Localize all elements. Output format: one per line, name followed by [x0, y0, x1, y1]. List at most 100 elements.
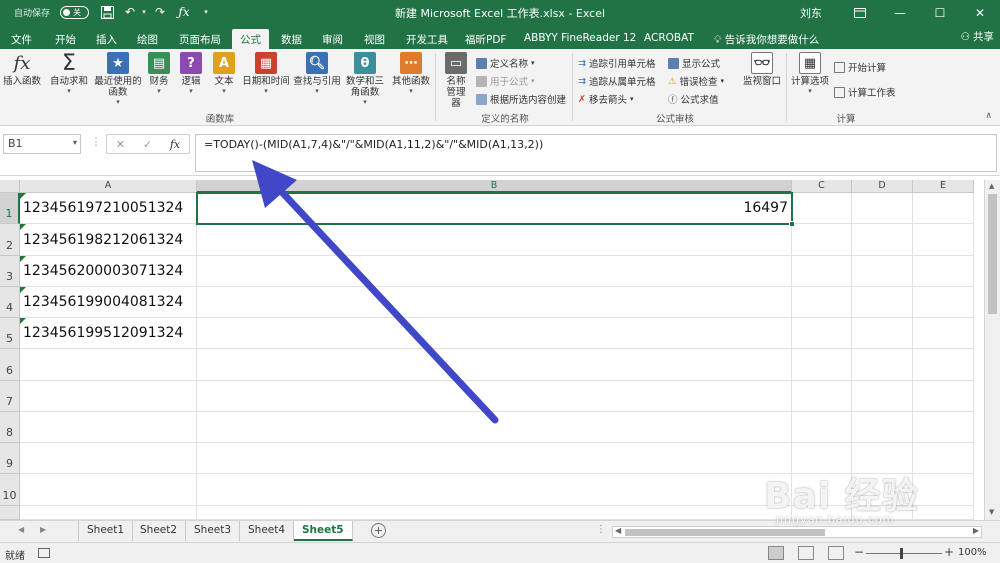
row-header-1[interactable]: 1: [0, 193, 20, 224]
grid-cell[interactable]: [792, 381, 852, 412]
row-header-8[interactable]: 8: [0, 412, 20, 443]
select-all-corner[interactable]: [0, 180, 20, 193]
tab-acrobat[interactable]: ACROBAT: [636, 29, 702, 49]
create-from-selection-button[interactable]: 根据所选内容创建: [476, 91, 566, 107]
grid-cell[interactable]: [792, 443, 852, 474]
cell-a4[interactable]: 123456199004081324: [20, 287, 197, 318]
grid-cell[interactable]: [20, 474, 197, 506]
grid-cell[interactable]: [792, 349, 852, 381]
show-formulas-button[interactable]: 显示公式: [668, 55, 720, 71]
tab-abbyy[interactable]: ABBYY FineReader 12: [516, 29, 644, 49]
undo-dropdown-icon[interactable]: ▾: [136, 4, 152, 20]
row-header-9[interactable]: 9: [0, 443, 20, 474]
cell-a2[interactable]: 123456198212061324: [20, 224, 197, 256]
name-manager-button[interactable]: ▭ 名称管理器: [438, 52, 474, 109]
tab-formulas[interactable]: 公式: [232, 29, 269, 49]
zoom-level[interactable]: 100%: [958, 547, 987, 558]
maximize-button[interactable]: ☐: [920, 0, 960, 25]
grid-cell[interactable]: [852, 506, 913, 520]
error-checking-button[interactable]: ⚠ 错误检查 ▾: [668, 73, 724, 89]
use-in-formula-button[interactable]: 用于公式 ▾: [476, 73, 535, 89]
row-header-4[interactable]: 4: [0, 287, 20, 318]
row-header-2[interactable]: 2: [0, 224, 20, 256]
row-header-7[interactable]: 7: [0, 381, 20, 412]
page-layout-view-icon[interactable]: [798, 546, 814, 560]
horizontal-scrollbar[interactable]: ◀ ▶: [612, 526, 982, 538]
column-header-b[interactable]: B: [197, 180, 792, 193]
evaluate-formula-button[interactable]: ⓕ 公式求值: [668, 91, 719, 107]
date-time-button[interactable]: ▦ 日期和时间 ▾: [240, 52, 292, 95]
grid-cell[interactable]: [852, 287, 913, 318]
zoom-slider[interactable]: [866, 548, 942, 559]
name-box-dropdown-icon[interactable]: ▾: [73, 138, 77, 147]
insert-function-button[interactable]: fx 插入函数: [2, 52, 42, 87]
calc-sheet-button[interactable]: 计算工作表: [834, 84, 896, 100]
sheet-next-icon[interactable]: ▶: [40, 525, 46, 534]
grid-cell[interactable]: [197, 443, 792, 474]
normal-view-icon[interactable]: [768, 546, 784, 560]
tab-foxit-pdf[interactable]: 福昕PDF: [457, 29, 514, 49]
grid-cell[interactable]: [852, 474, 913, 506]
recent-functions-button[interactable]: ★ 最近使用的函数 ▾: [92, 52, 144, 106]
grid-cell[interactable]: [913, 224, 974, 256]
tell-me-search[interactable]: 💡︎ 告诉我你想要做什么: [706, 29, 827, 49]
grid-cell[interactable]: [913, 349, 974, 381]
formula-bar-splitter-icon[interactable]: ⋮: [91, 137, 101, 148]
minimize-button[interactable]: —: [880, 0, 920, 25]
grid-cell[interactable]: [20, 349, 197, 381]
vertical-scroll-thumb[interactable]: [988, 194, 997, 314]
watch-window-button[interactable]: 👓︎ 监视窗口: [742, 52, 782, 87]
grid-cell[interactable]: [20, 506, 197, 520]
user-name[interactable]: 刘东: [800, 5, 822, 21]
grid-cell[interactable]: [792, 474, 852, 506]
vertical-scrollbar[interactable]: ▲ ▼: [984, 180, 1000, 520]
grid-cell[interactable]: [913, 381, 974, 412]
grid-cell[interactable]: [20, 412, 197, 443]
grid-cell[interactable]: [913, 412, 974, 443]
grid-cell[interactable]: [852, 412, 913, 443]
sheet-tab-3[interactable]: Sheet3: [186, 521, 241, 541]
row-header-11[interactable]: [0, 506, 20, 520]
name-box[interactable]: B1 ▾: [3, 134, 81, 154]
tab-splitter-icon[interactable]: ⋮: [596, 524, 606, 535]
scroll-down-icon[interactable]: ▼: [989, 508, 994, 516]
grid-cell[interactable]: [197, 287, 792, 318]
grid-cell[interactable]: [197, 412, 792, 443]
grid-cell[interactable]: [852, 318, 913, 349]
tab-review[interactable]: 审阅: [314, 29, 351, 49]
zoom-slider-knob[interactable]: [900, 548, 903, 559]
column-header-e[interactable]: E: [913, 180, 974, 193]
sheet-tab-1[interactable]: Sheet1: [78, 521, 134, 541]
more-functions-button[interactable]: ⋯ 其他函数 ▾: [389, 52, 433, 95]
fx-quick-icon[interactable]: ƒx: [176, 4, 192, 20]
row-header-5[interactable]: 5: [0, 318, 20, 349]
row-header-10[interactable]: 10: [0, 474, 20, 506]
grid-cell[interactable]: [913, 506, 974, 520]
calc-now-button[interactable]: 开始计算: [834, 59, 886, 75]
zoom-out-button[interactable]: −: [854, 545, 864, 559]
scroll-up-icon[interactable]: ▲: [989, 182, 994, 190]
grid-cell[interactable]: [792, 412, 852, 443]
ribbon-display-icon[interactable]: [840, 0, 880, 25]
cell-a3[interactable]: 123456200003071324: [20, 256, 197, 287]
scroll-left-icon[interactable]: ◀: [615, 526, 621, 535]
grid-cell[interactable]: [792, 193, 852, 224]
grid-cell[interactable]: [197, 349, 792, 381]
sheet-tab-4[interactable]: Sheet4: [240, 521, 295, 541]
cell-a5[interactable]: 123456199512091324: [20, 318, 197, 349]
grid-cell[interactable]: [852, 381, 913, 412]
cell-b1[interactable]: 16497: [197, 193, 792, 224]
grid-cell[interactable]: [197, 224, 792, 256]
grid-cell[interactable]: [852, 224, 913, 256]
macro-record-icon[interactable]: [38, 548, 50, 558]
grid-cell[interactable]: [197, 474, 792, 506]
scroll-right-icon[interactable]: ▶: [973, 526, 979, 535]
grid-cell[interactable]: [913, 318, 974, 349]
column-header-d[interactable]: D: [852, 180, 913, 193]
tab-home[interactable]: 开始: [47, 29, 84, 49]
grid-cell[interactable]: [913, 193, 974, 224]
tab-file[interactable]: 文件: [3, 29, 40, 49]
grid-cell[interactable]: [852, 443, 913, 474]
text-functions-button[interactable]: A 文本 ▾: [210, 52, 238, 95]
logical-button[interactable]: ? 逻辑 ▾: [178, 52, 204, 95]
